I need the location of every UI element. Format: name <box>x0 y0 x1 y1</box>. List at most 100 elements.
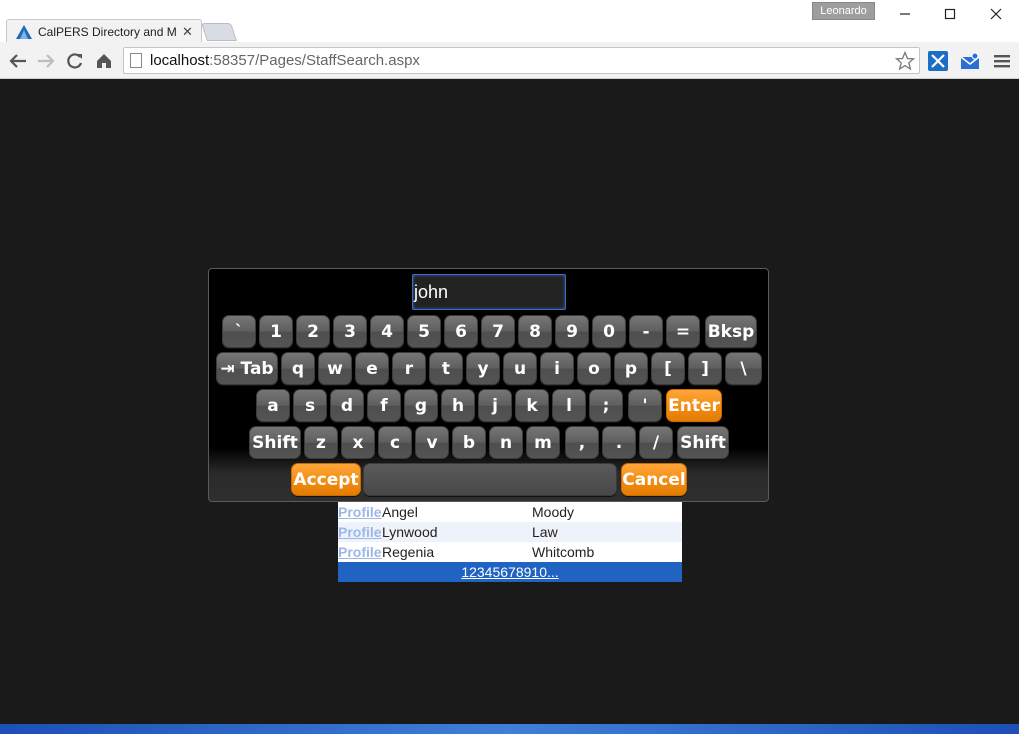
key-l[interactable]: l <box>552 389 586 422</box>
virtual-keyboard: john ` 1 2 3 4 5 6 7 8 9 0 - = Bksp ⇥ Ta… <box>208 268 769 502</box>
tab-title: CalPERS Directory and Ma <box>38 24 176 39</box>
key-backspace[interactable]: Bksp <box>705 315 757 348</box>
first-name-cell: Lynwood <box>382 524 438 540</box>
menu-icon[interactable] <box>991 50 1013 72</box>
key-k[interactable]: k <box>515 389 549 422</box>
key-shift-left[interactable]: Shift <box>249 426 301 459</box>
key-6[interactable]: 6 <box>444 315 478 348</box>
last-name-cell: Law <box>532 524 558 540</box>
reload-icon[interactable] <box>64 50 86 72</box>
page-icon <box>130 53 142 68</box>
key-a[interactable]: a <box>256 389 290 422</box>
key-period[interactable]: . <box>602 426 636 459</box>
key-enter[interactable]: Enter <box>666 389 722 422</box>
key-9[interactable]: 9 <box>555 315 589 348</box>
key-h[interactable]: h <box>441 389 475 422</box>
key-slash[interactable]: / <box>639 426 673 459</box>
key-0[interactable]: 0 <box>592 315 626 348</box>
key-5[interactable]: 5 <box>407 315 441 348</box>
cancel-button[interactable]: Cancel <box>621 463 687 496</box>
keyboard-row-numbers: ` 1 2 3 4 5 6 7 8 9 0 - = Bksp <box>209 315 770 348</box>
key-t[interactable]: t <box>429 352 463 385</box>
key-apostrophe[interactable]: ' <box>628 389 662 422</box>
key-d[interactable]: d <box>330 389 364 422</box>
table-row: Profile Angel Moody <box>338 502 682 522</box>
title-bar: CalPERS Directory and Ma ✕ Leonardo <box>0 0 1019 43</box>
key-1[interactable]: 1 <box>259 315 293 348</box>
key-comma[interactable]: , <box>565 426 599 459</box>
keyboard-preview-input[interactable]: john <box>412 274 566 310</box>
last-name-cell: Whitcomb <box>532 544 595 560</box>
key-3[interactable]: 3 <box>333 315 367 348</box>
first-name-cell: Angel <box>382 504 418 520</box>
profile-link[interactable]: Profile <box>338 504 382 520</box>
key-f[interactable]: f <box>367 389 401 422</box>
address-bar[interactable]: localhost:58357/Pages/StaffSearch.aspx <box>123 47 920 74</box>
table-row: Profile Lynwood Law <box>338 522 682 542</box>
calpers-logo-icon <box>16 24 32 39</box>
key-c[interactable]: c <box>378 426 412 459</box>
table-row: Profile Regenia Whitcomb <box>338 542 682 562</box>
bookmark-star-icon[interactable] <box>895 51 915 71</box>
key-n[interactable]: n <box>489 426 523 459</box>
close-window-icon[interactable] <box>982 4 1010 24</box>
browser-tab[interactable]: CalPERS Directory and Ma ✕ <box>6 19 202 43</box>
keyboard-row-home: a s d f g h j k l ; ' Enter <box>209 389 770 422</box>
taskbar-strip <box>0 724 1019 734</box>
profile-badge[interactable]: Leonardo <box>812 2 875 20</box>
key-g[interactable]: g <box>404 389 438 422</box>
minimize-icon[interactable] <box>891 4 919 24</box>
key-y[interactable]: y <box>466 352 500 385</box>
key-z[interactable]: z <box>304 426 338 459</box>
key-4[interactable]: 4 <box>370 315 404 348</box>
key-s[interactable]: s <box>293 389 327 422</box>
key-p[interactable]: p <box>614 352 648 385</box>
key-b[interactable]: b <box>452 426 486 459</box>
accept-button[interactable]: Accept <box>291 463 361 496</box>
key-e[interactable]: e <box>355 352 389 385</box>
keyboard-row-actions: Accept Cancel <box>209 463 770 496</box>
key-backslash[interactable]: \ <box>725 352 762 385</box>
maximize-icon[interactable] <box>936 4 964 24</box>
key-tab[interactable]: ⇥ Tab <box>216 352 278 385</box>
key-left-bracket[interactable]: [ <box>651 352 685 385</box>
key-v[interactable]: v <box>415 426 449 459</box>
keyboard-row-top: ⇥ Tab q w e r t y u i o p [ ] \ <box>209 352 770 385</box>
key-equals[interactable]: = <box>666 315 700 348</box>
results-table: Profile Angel Moody Profile Lynwood Law … <box>338 502 682 582</box>
tab-close-icon[interactable]: ✕ <box>182 24 193 40</box>
key-2[interactable]: 2 <box>296 315 330 348</box>
key-right-bracket[interactable]: ] <box>688 352 722 385</box>
key-j[interactable]: j <box>478 389 512 422</box>
pager: 12345678910... <box>338 562 682 582</box>
key-minus[interactable]: - <box>629 315 663 348</box>
url-path: :58357/Pages/StaffSearch.aspx <box>209 52 420 69</box>
first-name-cell: Regenia <box>382 544 435 560</box>
key-7[interactable]: 7 <box>481 315 515 348</box>
last-name-cell: Moody <box>532 504 575 520</box>
key-r[interactable]: r <box>392 352 426 385</box>
mail-extension-icon[interactable] <box>959 50 981 72</box>
key-x[interactable]: x <box>341 426 375 459</box>
key-8[interactable]: 8 <box>518 315 552 348</box>
back-arrow-icon[interactable] <box>7 50 29 72</box>
key-u[interactable]: u <box>503 352 537 385</box>
keyboard-row-bottom: Shift z x c v b n m , . / Shift <box>209 426 770 459</box>
profile-link[interactable]: Profile <box>338 524 382 540</box>
new-tab-button[interactable] <box>201 23 237 41</box>
extension-icon[interactable] <box>927 50 949 72</box>
key-shift-right[interactable]: Shift <box>677 426 729 459</box>
key-o[interactable]: o <box>577 352 611 385</box>
page-viewport: Profile Angel Moody Profile Lynwood Law … <box>0 79 1019 724</box>
profile-link[interactable]: Profile <box>338 544 382 560</box>
key-w[interactable]: w <box>318 352 352 385</box>
key-semicolon[interactable]: ; <box>589 389 623 422</box>
home-icon[interactable] <box>93 50 115 72</box>
forward-arrow-icon[interactable] <box>35 50 57 72</box>
key-q[interactable]: q <box>281 352 315 385</box>
space-bar[interactable] <box>363 463 617 496</box>
key-m[interactable]: m <box>526 426 560 459</box>
key-i[interactable]: i <box>540 352 574 385</box>
key-backtick[interactable]: ` <box>222 315 256 348</box>
pager-links[interactable]: 12345678910... <box>461 564 558 580</box>
